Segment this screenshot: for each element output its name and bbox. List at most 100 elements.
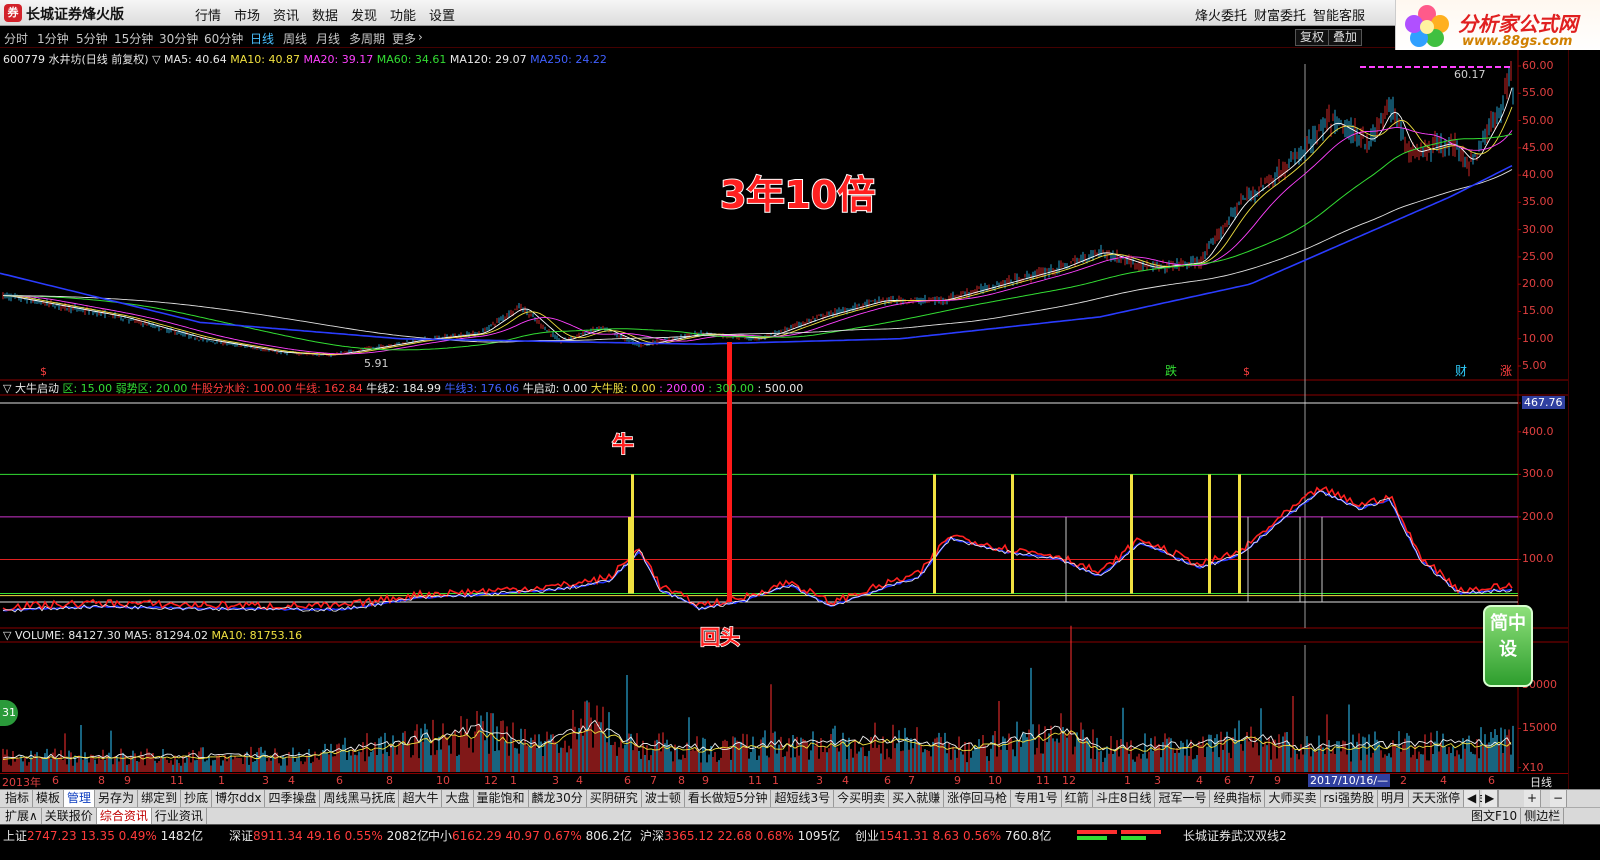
event-marker[interactable]: $: [40, 365, 47, 378]
menu-caifu-trade[interactable]: 财富委托: [1254, 5, 1306, 24]
period-15min[interactable]: 15分钟: [114, 30, 153, 47]
index-cy[interactable]: 创业1541.31 8.63 0.56% 760.8亿: [855, 827, 1051, 844]
time-tick-label: 8: [678, 774, 685, 787]
index-sz[interactable]: 深证8911.34 49.16 0.55% 2082亿: [229, 827, 429, 844]
volume-ma10-value: MA10: 81753.16: [211, 629, 303, 642]
menu-discover[interactable]: 发现: [351, 5, 377, 24]
scroll-left-icon[interactable]: ◀: [1464, 790, 1481, 808]
menu-market[interactable]: 市场: [234, 5, 260, 24]
period-daily[interactable]: 日线: [250, 30, 274, 47]
dropdown-icon[interactable]: ▽: [3, 629, 11, 642]
indicator-tab[interactable]: 四季操盘: [265, 790, 321, 808]
indicator-tab[interactable]: 今买明卖: [834, 790, 890, 808]
app-title: 长城证券烽火版: [26, 7, 124, 23]
jianzhongshe-button[interactable]: 简中设: [1483, 605, 1533, 687]
time-tick-label: 2013年: [2, 776, 41, 789]
indicator-name[interactable]: 大牛启动: [15, 382, 59, 395]
period-weekly[interactable]: 周线: [283, 30, 307, 47]
ma10-value: MA10: 40.87: [230, 53, 300, 66]
indicator-tab[interactable]: 麟龙30分: [529, 790, 587, 808]
indicator-tab[interactable]: 看长做短5分钟: [685, 790, 772, 808]
indicator-tab[interactable]: 抄底: [181, 790, 213, 808]
chevron-right-icon[interactable]: ›: [418, 30, 423, 44]
time-axis: 2013年 6 8 9 11 1 3 4 6 8 10 12 1 3 4 6 7 8 9 11 1 3 4 6 7 9 10 11 12…: [0, 773, 1568, 789]
stock-name[interactable]: 600779 水井坊(日线 前复权): [3, 53, 149, 66]
index-hs[interactable]: 沪深3365.12 22.68 0.68% 1095亿: [640, 827, 840, 844]
time-tick-label: 10: [436, 774, 450, 787]
dropdown-icon[interactable]: ▽: [152, 53, 160, 66]
bull-signal-bar: [1238, 474, 1241, 594]
period-monthly[interactable]: 月线: [316, 30, 340, 47]
period-multi[interactable]: 多周期: [349, 30, 385, 47]
indicator-tab[interactable]: 斗庄8日线: [1093, 790, 1156, 808]
indicator-tab[interactable]: 博尔ddx: [212, 790, 266, 808]
indicator-tab[interactable]: 模板: [33, 790, 65, 808]
dropdown-icon[interactable]: ▽: [3, 382, 11, 395]
menu-fenghuo-trade[interactable]: 烽火委托: [1195, 5, 1247, 24]
indicator-tab[interactable]: 大师买卖: [1265, 790, 1321, 808]
time-tick-label: 1: [510, 774, 517, 787]
time-tick-label: 6: [52, 774, 59, 787]
indicator-tab[interactable]: 买入就赚: [889, 790, 945, 808]
indicator-tab[interactable]: 买阴研究: [587, 790, 642, 808]
indicator-tab[interactable]: 红箭: [1062, 790, 1093, 808]
indicator-tab[interactable]: 周线黑马抚底: [320, 790, 400, 808]
overlay-button[interactable]: 叠加: [1328, 29, 1363, 46]
broker-line[interactable]: 长城证券武汉双线2: [1183, 827, 1287, 844]
period-60min[interactable]: 60分钟: [204, 30, 243, 47]
indicator-tick-label: 200.0: [1522, 509, 1554, 523]
scroll-right-icon[interactable]: ▶: [1482, 790, 1499, 808]
indicator-tab[interactable]: 经典指标: [1210, 790, 1266, 808]
time-tick-label: 9: [702, 774, 709, 787]
indicator-tab[interactable]: 超短线3号: [771, 790, 835, 808]
indicator-tab[interactable]: 明月: [1378, 790, 1410, 808]
event-marker[interactable]: 财: [1455, 364, 1467, 378]
indicator-tab[interactable]: 绑定到: [138, 790, 182, 808]
indicator-tab[interactable]: 超大牛: [399, 790, 443, 808]
ind-200-value: : 200.00: [659, 382, 705, 395]
bull-signal-bar: [1208, 474, 1211, 594]
menu-quotes[interactable]: 行情: [195, 5, 221, 24]
menu-settings[interactable]: 设置: [429, 5, 455, 24]
kline-chart[interactable]: 3年10倍 牛 回头 5.91 60.17 $ 跌 $ 财 涨: [0, 50, 1568, 772]
period-5min[interactable]: 5分钟: [76, 30, 108, 47]
flower-logo-icon: [1405, 5, 1449, 47]
indicator-tick-label: 467.76: [1522, 396, 1565, 409]
indicator-info-line: ▽ 大牛启动 区: 15.00 弱势区: 20.00 牛股分水岭: 100.00…: [3, 380, 803, 396]
market-breadth-bars: [1075, 828, 1175, 842]
menu-data[interactable]: 数据: [312, 5, 338, 24]
remove-tab-icon[interactable]: −: [1550, 790, 1568, 808]
price-tick-label: 60.00: [1522, 59, 1554, 72]
index-zx[interactable]: 中小6162.29 40.97 0.67% 806.2亿: [428, 827, 632, 844]
period-timeshare[interactable]: 分时: [4, 30, 28, 47]
indicator-tab[interactable]: 天天涨停: [1409, 790, 1465, 808]
volume-ma5-value: MA5: 81294.02: [124, 629, 208, 642]
period-more[interactable]: 更多: [392, 30, 416, 47]
indicator-tab[interactable]: 大盘: [442, 790, 474, 808]
event-marker[interactable]: $: [1243, 365, 1250, 378]
title-bar: 券 长城证券烽火版 行情 市场 资讯 数据 发现 功能 设置 烽火委托 财富委托…: [0, 0, 1600, 26]
period-30min[interactable]: 30分钟: [159, 30, 198, 47]
indicator-tab[interactable]: rsi强势股: [1321, 790, 1379, 808]
indicator-tab[interactable]: 波士顿: [642, 790, 685, 808]
indicator-tab[interactable]: 指标: [2, 790, 34, 808]
index-sh[interactable]: 上证2747.23 13.35 0.49% 1482亿: [3, 827, 203, 844]
menu-functions[interactable]: 功能: [390, 5, 416, 24]
indicator-tab[interactable]: 冠军一号: [1155, 790, 1211, 808]
adjust-button[interactable]: 复权: [1295, 29, 1330, 46]
event-marker[interactable]: 涨: [1500, 363, 1512, 378]
time-tick-label: 4: [842, 774, 849, 787]
menu-news[interactable]: 资讯: [273, 5, 299, 24]
indicator-tab[interactable]: 专用1号: [1011, 790, 1062, 808]
indicator-tab[interactable]: 涨停回马枪: [944, 790, 1012, 808]
add-tab-icon[interactable]: +: [1524, 790, 1542, 808]
time-tick-label: 7: [908, 774, 915, 787]
period-1min[interactable]: 1分钟: [37, 30, 69, 47]
menu-smart-service[interactable]: 智能客服: [1313, 5, 1365, 24]
indicator-tab[interactable]: 另存为: [95, 790, 139, 808]
indicator-tab[interactable]: 管理: [64, 790, 96, 808]
main-info-line: 600779 水井坊(日线 前复权) ▽ MA5: 40.64 MA10: 40…: [3, 51, 607, 67]
indicator-tab[interactable]: 量能饱和: [474, 790, 529, 808]
event-marker[interactable]: 跌: [1165, 363, 1177, 378]
time-tick-label: 9: [954, 774, 961, 787]
